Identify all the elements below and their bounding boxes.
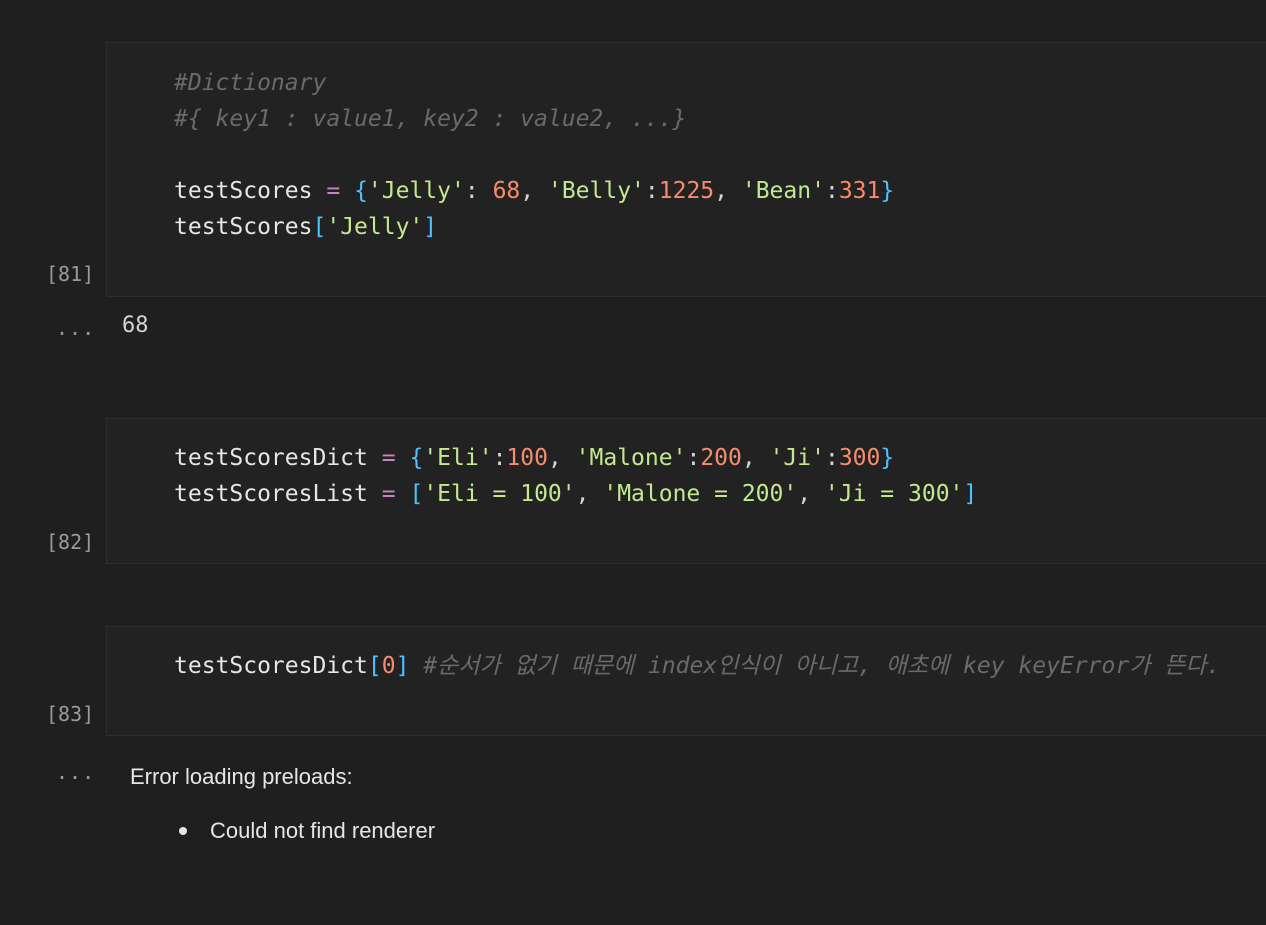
code-token: 331 xyxy=(838,178,881,204)
code-token: 'Eli' xyxy=(423,445,493,471)
cell-output-81: 68 xyxy=(122,313,149,338)
output-marker-81[interactable]: ... xyxy=(56,316,95,340)
code-token: : xyxy=(824,178,839,204)
code-token: 'Malone = 200' xyxy=(603,481,798,507)
output-marker-83[interactable]: ... xyxy=(56,760,95,784)
code-token: , xyxy=(547,445,576,471)
code-line: #{ key1 : value1, key2 : value2, ...} xyxy=(174,101,894,137)
code-token: 300 xyxy=(838,445,881,471)
code-editor-82[interactable]: testScoresDict = {'Eli':100, 'Malone':20… xyxy=(174,440,977,512)
code-token: 'Eli = 100' xyxy=(423,481,576,507)
code-token: ] xyxy=(423,214,438,240)
code-token: 100 xyxy=(506,445,548,471)
code-token: = xyxy=(381,481,396,507)
code-token: 68 xyxy=(492,178,521,204)
code-token: testScoresDict xyxy=(174,653,368,679)
code-editor-81[interactable]: #Dictionary #{ key1 : value1, key2 : valu… xyxy=(174,65,894,245)
code-token: 'Ji = 300' xyxy=(824,481,964,507)
code-token: 1225 xyxy=(658,178,715,204)
code-token: 'Belly' xyxy=(547,178,645,204)
code-token: testScores xyxy=(174,178,313,204)
code-editor-83[interactable]: testScoresDict[0] #순서가 없기 때문에 index인식이 아… xyxy=(174,648,1220,684)
code-token: [ xyxy=(312,214,327,240)
code-token: , xyxy=(797,481,825,507)
code-token: [ xyxy=(409,481,424,507)
code-token: ] xyxy=(963,481,978,507)
code-token: = xyxy=(326,178,341,204)
code-token: testScores xyxy=(174,214,313,240)
code-token: } xyxy=(880,178,895,204)
code-token: , xyxy=(520,178,548,204)
code-token: #Dictionary xyxy=(174,70,327,96)
code-token: { xyxy=(409,445,424,471)
code-token: } xyxy=(880,445,895,471)
code-token: = xyxy=(381,445,396,471)
code-token: [ xyxy=(367,653,382,679)
bullet-icon xyxy=(179,827,187,835)
code-token: , xyxy=(575,481,604,507)
code-line: testScores = {'Jelly': 68, 'Belly':1225,… xyxy=(174,173,894,209)
code-token: 'Ji' xyxy=(769,445,825,471)
code-token: { xyxy=(354,178,368,204)
code-token: : xyxy=(686,445,701,471)
code-token: : xyxy=(824,445,839,471)
code-token: 'Bean' xyxy=(741,178,825,204)
code-token: : xyxy=(464,178,493,204)
code-token: 'Malone' xyxy=(575,445,687,471)
execution-count-83: [83] xyxy=(46,702,95,726)
code-token: 0 xyxy=(381,653,396,679)
error-item: Could not find renderer xyxy=(210,818,436,843)
code-token: testScoresList xyxy=(174,481,368,507)
error-title: Error loading preloads: xyxy=(130,764,353,789)
code-token: : xyxy=(492,445,507,471)
code-token: : xyxy=(644,178,659,204)
code-token: ] xyxy=(395,653,410,679)
code-line: testScores['Jelly'] xyxy=(174,209,894,245)
code-token: , xyxy=(741,445,770,471)
execution-count-82: [82] xyxy=(46,530,95,554)
code-line: testScoresDict[0] #순서가 없기 때문에 index인식이 아… xyxy=(174,648,1220,684)
code-token: 'Jelly' xyxy=(367,178,465,204)
code-token: #{ key1 : value1, key2 : value2, ...} xyxy=(174,106,687,132)
code-line: testScoresDict = {'Eli':100, 'Malone':20… xyxy=(174,440,977,476)
code-token: , xyxy=(714,178,742,204)
code-token: 'Jelly' xyxy=(326,214,424,240)
code-token: 200 xyxy=(700,445,742,471)
code-token: testScoresDict xyxy=(174,445,368,471)
code-line: #Dictionary xyxy=(174,65,894,101)
code-line: testScoresList = ['Eli = 100', 'Malone =… xyxy=(174,476,977,512)
code-token: #순서가 없기 때문에 index인식이 아니고, 애초에 key keyErr… xyxy=(423,653,1221,679)
execution-count-81: [81] xyxy=(46,262,95,286)
